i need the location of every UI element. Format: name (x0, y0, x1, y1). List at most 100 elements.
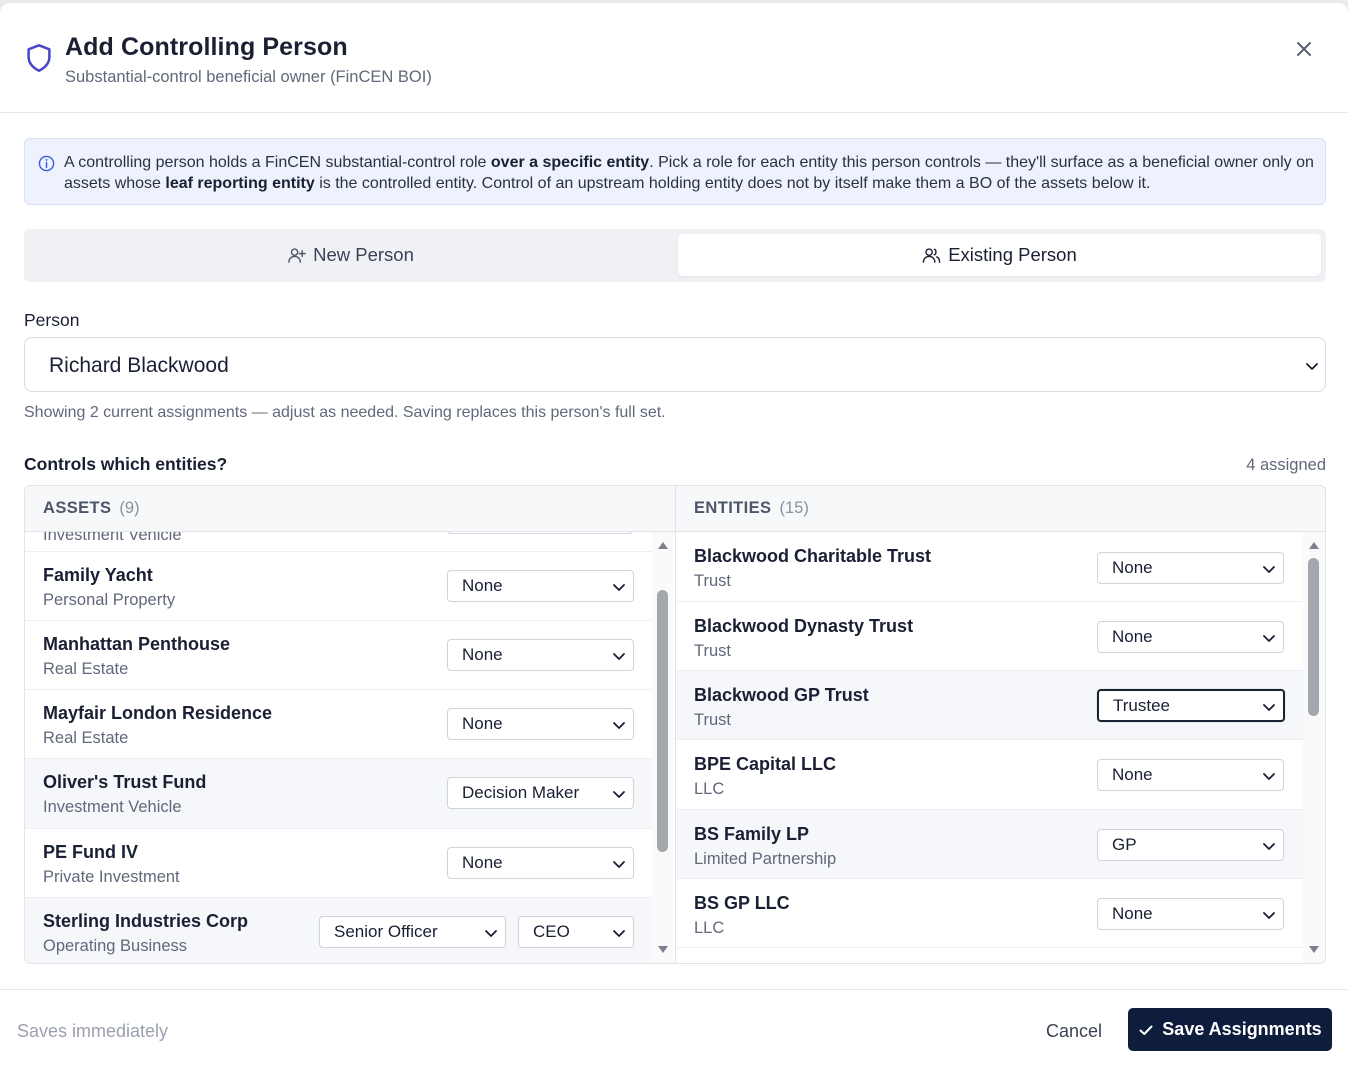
save-assignments-label: Save Assignments (1162, 1019, 1322, 1039)
asset-type: Real Estate (43, 660, 129, 678)
person-label: Person (24, 310, 80, 330)
list-item: Blackwood Charitable Trust Trust None (676, 532, 1303, 602)
assets-count: (9) (119, 499, 140, 517)
asset-type: Investment Vehicle (43, 798, 182, 816)
info-text: A controlling person holds a FinCEN subs… (64, 154, 1314, 192)
check-icon (1139, 1025, 1153, 1035)
asset-name: PE Fund IV (43, 842, 139, 862)
person-mode-tabs: New Person Existing Person (24, 229, 1326, 282)
info-banner: A controlling person holds a FinCEN subs… (24, 138, 1326, 205)
asset-name: Oliver's Trust Fund (43, 772, 207, 792)
assignments-hint: Showing 2 current assignments — adjust a… (24, 404, 666, 421)
list-item: Manhattan Penthouse Real Estate None (25, 621, 652, 690)
entity-name: Blackwood Dynasty Trust (694, 616, 914, 636)
entity-type: LLC (694, 919, 725, 937)
role-select[interactable]: None (1097, 898, 1284, 930)
chevron-down-icon (613, 653, 625, 660)
person-select[interactable]: Richard Blackwood (24, 337, 1326, 392)
role-select[interactable]: Trustee (1097, 689, 1285, 722)
info-icon (38, 155, 55, 172)
scroll-up-arrow-icon[interactable] (1309, 542, 1319, 549)
asset-name: Sterling Industries Corp (43, 911, 249, 931)
role-select[interactable]: None (447, 570, 634, 602)
list-item: BS GP LLC LLC None (676, 879, 1303, 948)
chevron-down-icon (1263, 912, 1275, 919)
role-select-value: None (462, 853, 503, 872)
chevron-down-icon (1263, 635, 1275, 642)
entities-scrollbar[interactable] (1303, 532, 1325, 963)
role-select[interactable]: None (447, 847, 634, 879)
scroll-down-arrow-icon[interactable] (658, 946, 668, 953)
list-item: Blackwood Dynasty Trust Trust None (676, 602, 1303, 671)
save-status-text: Saves immediately (17, 1021, 169, 1041)
chevron-down-icon (613, 930, 625, 937)
chevron-down-icon (1263, 773, 1275, 780)
role-select[interactable]: None (1097, 552, 1284, 584)
entity-type: LLC (694, 780, 725, 798)
role-select[interactable]: Senior Officer (319, 916, 506, 948)
role-select-value: None (1112, 558, 1153, 577)
list-item: Oliver's Trust Fund Investment Vehicle D… (25, 759, 652, 829)
entities-title: ENTITIES (694, 499, 772, 517)
chevron-down-icon (613, 722, 625, 729)
cancel-button[interactable]: Cancel (1046, 1021, 1102, 1042)
role-select[interactable]: None (1097, 759, 1284, 791)
dialog-header: Add Controlling Person Substantial-contr… (0, 3, 1348, 113)
role-select[interactable] (447, 532, 633, 534)
controls-label: Controls which entities? (24, 454, 228, 474)
scroll-down-arrow-icon[interactable] (1309, 946, 1319, 953)
chevron-down-icon (613, 791, 625, 798)
list-item: BS Family LP Limited Partnership GP (676, 810, 1303, 879)
assets-column: ASSETS (9) Investment Vehicle Family Yac… (25, 486, 676, 963)
person-select-value: Richard Blackwood (49, 354, 229, 377)
assets-list: Investment Vehicle Family Yacht Personal… (25, 532, 652, 963)
role-select-value: None (1112, 904, 1153, 923)
scrollbar-thumb[interactable] (1308, 558, 1319, 716)
list-item: PE Fund IV Private Investment None (25, 829, 652, 898)
asset-name: Mayfair London Residence (43, 703, 273, 723)
tab-existing-person-label: Existing Person (948, 244, 1077, 265)
scroll-up-arrow-icon[interactable] (658, 542, 668, 549)
role-select-value: Decision Maker (462, 783, 580, 802)
list-item: Sterling Industries Corp Operating Busin… (25, 898, 652, 963)
asset-type: Operating Business (43, 937, 187, 955)
chevron-down-icon (1263, 843, 1275, 850)
entity-name: BS Family LP (694, 824, 810, 844)
asset-name: Family Yacht (43, 565, 153, 585)
asset-type: Investment Vehicle (43, 532, 182, 544)
entities-header: ENTITIES (15) (676, 486, 1325, 532)
chevron-down-icon (1263, 704, 1275, 711)
list-item (676, 948, 1303, 963)
entities-list: Blackwood Charitable Trust Trust None Bl… (676, 532, 1303, 963)
entity-name: BPE Capital LLC (694, 754, 837, 774)
tab-existing-person[interactable]: Existing Person (678, 234, 1321, 276)
asset-type: Personal Property (43, 591, 176, 609)
scrollbar-thumb[interactable] (657, 590, 668, 852)
role-select[interactable]: Decision Maker (447, 777, 634, 809)
entity-type: Trust (694, 642, 731, 660)
save-assignments-button[interactable]: Save Assignments (1128, 1008, 1332, 1051)
entities-column: ENTITIES (15) Blackwood Charitable Trust… (676, 486, 1325, 963)
entity-name: BS GP LLC (694, 893, 790, 913)
role-select-value: None (462, 576, 503, 595)
role-select[interactable]: None (1097, 621, 1284, 653)
chevron-down-icon (485, 930, 497, 937)
role-select-value: Senior Officer (334, 922, 438, 941)
list-item: Investment Vehicle (25, 532, 652, 552)
chevron-down-icon (1263, 566, 1275, 573)
role-select[interactable]: None (447, 708, 634, 740)
role-select[interactable]: None (447, 639, 634, 671)
users-icon (922, 247, 941, 263)
role-select-value: Trustee (1113, 695, 1171, 715)
entity-assignment-grid: ASSETS (9) Investment Vehicle Family Yac… (24, 485, 1326, 964)
role-select-value: None (462, 714, 503, 733)
role-select[interactable]: GP (1097, 829, 1284, 861)
subrole-select[interactable]: CEO (518, 916, 634, 948)
asset-name: Manhattan Penthouse (43, 634, 231, 654)
list-item: Family Yacht Personal Property None (25, 552, 652, 621)
assets-scrollbar[interactable] (652, 532, 674, 963)
tab-new-person[interactable]: New Person (29, 234, 672, 276)
list-item: Mayfair London Residence Real Estate Non… (25, 690, 652, 759)
close-icon[interactable] (1292, 37, 1316, 61)
entity-type: Trust (694, 711, 731, 729)
